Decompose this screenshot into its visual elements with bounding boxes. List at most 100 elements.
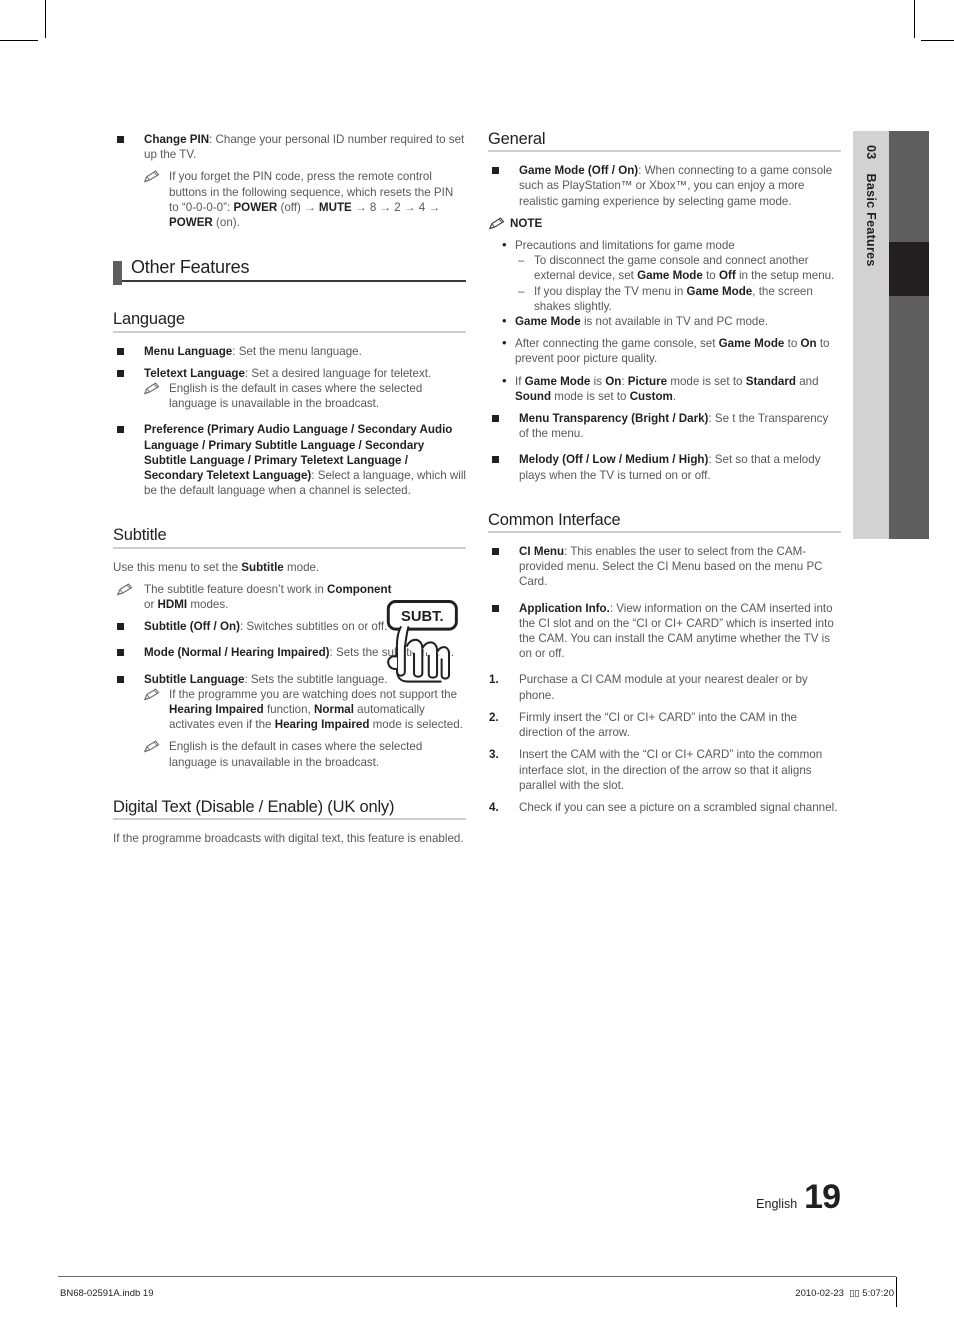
note-subtitle-component: Component xyxy=(327,582,392,596)
dash2-a: If you display the TV menu in xyxy=(534,284,687,298)
footer-timestamp-glyph: ▯▯ xyxy=(849,1288,860,1299)
list-item-ci-menu: CI Menu: This enables the user to select… xyxy=(488,544,841,590)
page-language-label: English xyxy=(756,1197,798,1211)
dash1-c: to xyxy=(702,269,719,283)
bullet4-b: Game Mode xyxy=(524,374,591,388)
note-teletext-language: English is the default in cases where th… xyxy=(113,381,466,411)
footer-timestamp: 2010-02-23 ▯▯ 5:07:20 xyxy=(795,1288,894,1299)
page-number: 19 xyxy=(804,1178,841,1216)
step-item: 1. Purchase a CI CAM module at your neare… xyxy=(488,672,841,702)
term-subtitle-onoff: Subtitle (Off / On) xyxy=(144,620,240,634)
subtitle-intro-b: Subtitle xyxy=(241,560,284,574)
footer-divider xyxy=(58,1276,896,1277)
note-hi-b: Hearing Impaired xyxy=(169,703,264,717)
svg-text:SUBT.: SUBT. xyxy=(401,609,444,625)
step-text: Check if you can see a picture on a scra… xyxy=(519,800,838,814)
note-pin-t2: → 8 → 2 → 4 → xyxy=(351,200,441,214)
chapter-side-tab-label: 03 Basic Features xyxy=(853,139,889,547)
note-label-text: NOTE xyxy=(510,216,543,230)
list-item-menu-language: Menu Language: Set the menu language. xyxy=(113,344,466,359)
note-hi-f: Hearing Impaired xyxy=(274,718,370,732)
chapter-side-tab: 03 Basic Features xyxy=(853,131,889,539)
heading-common-interface: Common Interface xyxy=(488,512,841,534)
note-subtitle-c: or xyxy=(144,598,158,612)
term-change-pin: Change PIN xyxy=(144,133,210,146)
note-subtitle-e: modes. xyxy=(187,598,229,612)
chapter-index-marker xyxy=(889,242,929,296)
crop-mark-top-right-h xyxy=(921,40,954,41)
page-number-block: English 19 xyxy=(756,1178,841,1217)
note-pin-t3: (on). xyxy=(212,216,240,230)
manual-page: 03 Basic Features Change PIN: Change your… xyxy=(0,0,954,1321)
term-subtitle-language: Subtitle Language xyxy=(144,672,245,686)
note-bullet-picture-sound: If Game Mode is On: Picture mode is set … xyxy=(488,373,841,404)
bullet4-m: . xyxy=(672,389,677,403)
bullet4-j: Sound xyxy=(515,389,552,403)
note-subtitle-modes: The subtitle feature doesn’t work in Com… xyxy=(113,582,402,612)
bullet4-i: and xyxy=(795,374,819,388)
pencil-icon xyxy=(143,688,161,701)
note-hi-a: If the programme you are watching does n… xyxy=(169,687,458,701)
bullet4-g: mode is set to xyxy=(667,374,746,388)
term-teletext-language: Teletext Language xyxy=(144,366,245,380)
subtitle-intro: Use this menu to set the Subtitle mode. xyxy=(113,560,371,575)
note-hearing-impaired: If the programme you are watching does n… xyxy=(113,687,466,733)
note-english-default-text: English is the default in cases where th… xyxy=(169,740,423,769)
list-item-game-mode: Game Mode (Off / On): When connecting to… xyxy=(488,163,841,209)
step-item: 4. Check if you can see a picture on a sc… xyxy=(488,800,841,815)
heading-general: General xyxy=(488,131,841,153)
bullet3-d: On xyxy=(800,337,817,351)
term-menu-transparency: Menu Transparency (Bright / Dark) xyxy=(519,412,709,426)
list-item-menu-transparency: Menu Transparency (Bright / Dark): Se t … xyxy=(488,411,841,441)
heading-subtitle: Subtitle xyxy=(113,527,466,549)
step-text: Purchase a CI CAM module at your nearest… xyxy=(519,673,808,702)
term-subtitle-mode: Mode (Normal / Hearing Impaired) xyxy=(144,646,330,660)
note-subtitle-english-default: English is the default in cases where th… xyxy=(113,739,466,769)
list-item-application-info: Application Info.: View information on t… xyxy=(488,601,841,662)
step-number: 4. xyxy=(489,800,499,814)
footer-timestamp-date: 2010-02-23 xyxy=(795,1288,844,1299)
step-number: 2. xyxy=(489,710,499,724)
list-item-teletext-language: Teletext Language: Set a desired languag… xyxy=(113,366,466,381)
left-column: Change PIN: Change your personal ID numb… xyxy=(113,132,466,846)
step-text: Firmly insert the “CI or CI+ CARD” into … xyxy=(519,710,798,740)
pencil-icon xyxy=(488,217,506,230)
footer-timestamp-time: 5:07:20 xyxy=(862,1288,894,1299)
pencil-icon xyxy=(143,382,161,395)
footer-file-info: BN68-02591A.indb 19 xyxy=(60,1288,154,1299)
bullet3-b: Game Mode xyxy=(718,337,785,351)
heading-language: Language xyxy=(113,311,466,333)
heading-digital-text: Digital Text (Disable / Enable) (UK only… xyxy=(113,799,466,821)
note-hi-c: function, xyxy=(263,703,314,717)
dash1-d: Off xyxy=(718,269,736,283)
step-text: Insert the CAM with the “CI or CI+ CARD”… xyxy=(519,748,823,792)
list-item-change-pin: Change PIN: Change your personal ID numb… xyxy=(113,132,466,162)
desc-ci-menu: : This enables the user to select from t… xyxy=(519,545,823,589)
term-menu-language: Menu Language xyxy=(144,344,233,358)
note-pin-mute: MUTE xyxy=(318,200,352,214)
bullet4-a: If xyxy=(515,374,525,388)
step-number: 1. xyxy=(489,673,499,687)
note-teletext-text: English is the default in cases where th… xyxy=(169,382,423,411)
note-bullet-not-available: Game Mode is not available in TV and PC … xyxy=(488,313,841,329)
pencil-icon xyxy=(143,740,161,753)
bullet3-a: After connecting the game console, set xyxy=(515,337,719,351)
note-pin-power-1: POWER xyxy=(233,200,278,214)
heading-other-features: Other Features xyxy=(113,258,466,286)
note-dash-disconnect: To disconnect the game console and conne… xyxy=(488,253,841,283)
dash1-e: in the setup menu. xyxy=(735,269,835,283)
note-subtitle-a: The subtitle feature doesn’t work in xyxy=(144,582,328,596)
bullet4-c: is xyxy=(590,374,606,388)
bullet4-d: On xyxy=(605,374,622,388)
list-item-subtitle-onoff: Subtitle (Off / On): Switches subtitles … xyxy=(113,619,402,634)
dash2-b: Game Mode xyxy=(686,284,753,298)
subtitle-intro-a: Use this menu to set the xyxy=(113,560,242,574)
desc-menu-language: : Set the menu language. xyxy=(232,344,362,358)
chapter-index-bar xyxy=(889,131,929,539)
term-application-info: Application Info. xyxy=(519,601,610,615)
subtitle-intro-c: mode. xyxy=(283,560,320,574)
note-subtitle-hdmi: HDMI xyxy=(157,598,188,612)
bullet4-f: Picture xyxy=(627,374,668,388)
bullet2-a: Game Mode xyxy=(515,315,581,329)
desc-subtitle-language: : Sets the subtitle language. xyxy=(244,672,388,686)
